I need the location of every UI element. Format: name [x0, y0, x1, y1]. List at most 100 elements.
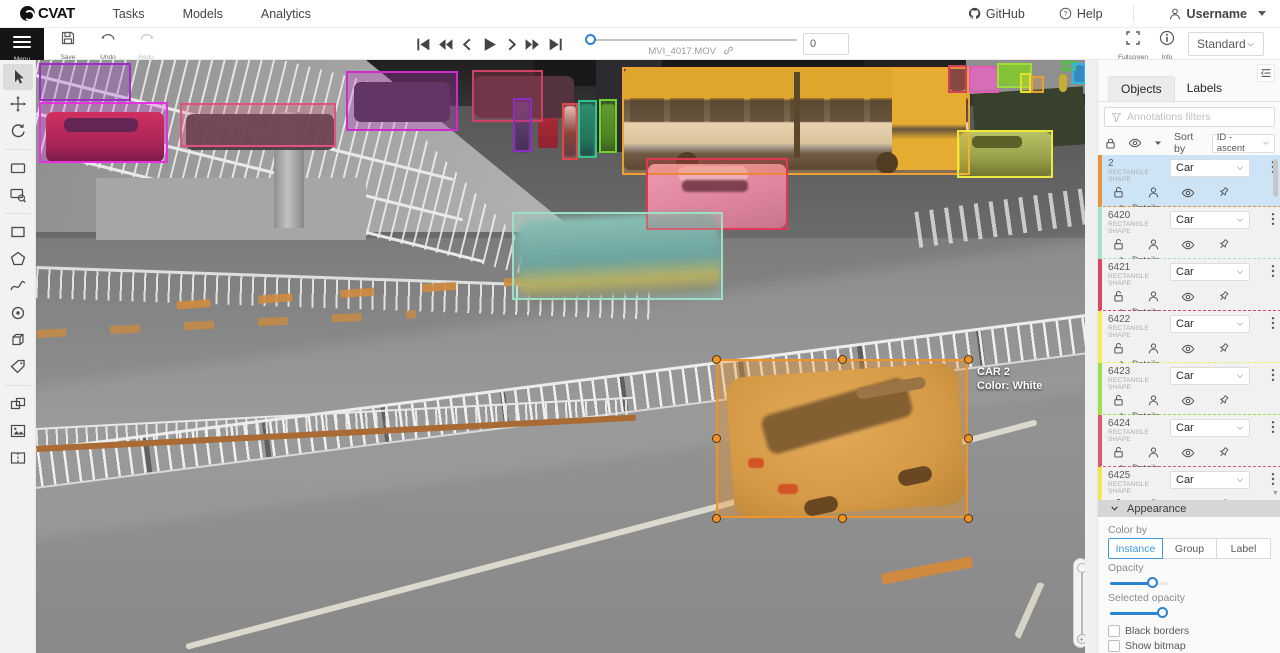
frame-slider-handle[interactable] — [585, 34, 596, 45]
hide-all-button[interactable] — [1128, 136, 1142, 150]
annotations-filter[interactable] — [1104, 107, 1275, 127]
object-occluded-toggle[interactable] — [1147, 290, 1160, 304]
object-hidden-toggle[interactable] — [1181, 290, 1195, 304]
object-lock-toggle[interactable] — [1112, 342, 1125, 356]
info-button[interactable]: Info — [1152, 30, 1182, 64]
color-by-group[interactable]: Group — [1163, 538, 1217, 559]
box-yellow-scooter-a[interactable] — [1020, 73, 1031, 93]
show-bitmap-checkbox[interactable]: Show bitmap — [1108, 640, 1186, 652]
merge-tool[interactable] — [3, 391, 33, 417]
object-hidden-toggle[interactable] — [1181, 446, 1195, 460]
object-pin-toggle[interactable] — [1217, 446, 1230, 460]
selected-opacity-slider-handle[interactable] — [1157, 607, 1168, 618]
previous-frame-button[interactable] — [456, 32, 478, 56]
setup-tag-tool[interactable] — [3, 354, 33, 380]
annotation-canvas[interactable]: CAR 2 Color: White + — [36, 60, 1085, 653]
object-occluded-toggle[interactable] — [1147, 446, 1160, 460]
object-label-select[interactable]: Car — [1170, 367, 1250, 385]
lock-all-button[interactable] — [1104, 137, 1117, 150]
object-pin-toggle[interactable] — [1217, 290, 1230, 304]
undo-button[interactable]: Undo — [90, 30, 126, 64]
object-label-select[interactable]: Car — [1170, 263, 1250, 281]
black-borders-checkbox[interactable]: Black borders — [1108, 625, 1189, 637]
save-button[interactable]: Save — [50, 30, 86, 64]
tab-labels[interactable]: Labels — [1175, 76, 1234, 101]
object-lock-toggle[interactable] — [1112, 238, 1125, 252]
sort-select[interactable]: ID - ascent — [1212, 134, 1275, 153]
first-frame-button[interactable] — [412, 32, 434, 56]
object-list-item[interactable]: 6422 RECTANGLE SHAPE Car Details — [1098, 311, 1280, 363]
object-list-item[interactable]: 6420 RECTANGLE SHAPE Car Details — [1098, 207, 1280, 259]
fit-image-tool[interactable] — [3, 155, 33, 181]
object-list-item[interactable]: 6423 RECTANGLE SHAPE Car Details — [1098, 363, 1280, 415]
object-lock-toggle[interactable] — [1112, 186, 1125, 200]
box-orange-scooter-b[interactable] — [1031, 76, 1044, 93]
opacity-slider[interactable] — [1110, 577, 1168, 589]
object-list-item[interactable]: 2 RECTANGLE SHAPE Car Details — [1098, 155, 1280, 207]
box-crimson-dark-car[interactable] — [472, 70, 543, 122]
draw-polyline-tool[interactable] — [3, 273, 33, 299]
box-purple-top-left[interactable] — [39, 63, 131, 101]
resize-handle[interactable] — [964, 355, 973, 364]
draw-cuboid-tool[interactable] — [3, 327, 33, 353]
fullscreen-button[interactable]: Fullscreen — [1113, 30, 1153, 64]
split-tool[interactable] — [3, 445, 33, 471]
object-hidden-toggle[interactable] — [1181, 186, 1195, 200]
box-yellow-sedan[interactable] — [957, 130, 1053, 178]
expand-all-button[interactable] — [1153, 138, 1163, 148]
last-frame-button[interactable] — [544, 32, 566, 56]
object-occluded-toggle[interactable] — [1147, 186, 1160, 200]
resize-handle[interactable] — [838, 514, 847, 523]
checkbox-box[interactable] — [1108, 640, 1120, 652]
box-teal-taxi[interactable] — [512, 212, 723, 300]
help-link[interactable]: ? Help — [1059, 7, 1103, 21]
appearance-header[interactable]: Appearance — [1098, 500, 1280, 517]
object-list-item[interactable]: 6425 RECTANGLE SHAPE Car Details — [1098, 467, 1280, 500]
annotations-filter-input[interactable] — [1127, 111, 1268, 123]
draw-polygon-tool[interactable] — [3, 246, 33, 272]
menu-button[interactable]: Menu — [0, 28, 44, 60]
object-hidden-toggle[interactable] — [1181, 238, 1195, 252]
color-by-label[interactable]: Label — [1217, 538, 1271, 559]
resize-handle[interactable] — [712, 355, 721, 364]
frame-slider[interactable]: MVI_4017.MOV — [585, 28, 797, 60]
scrollbar-thumb[interactable] — [1273, 159, 1278, 197]
object-label-select[interactable]: Car — [1170, 211, 1250, 229]
color-by-instance[interactable]: Instance — [1108, 538, 1163, 559]
object-pin-toggle[interactable] — [1217, 342, 1230, 356]
nav-analytics[interactable]: Analytics — [261, 7, 311, 21]
object-hidden-toggle[interactable] — [1181, 394, 1195, 408]
group-tool[interactable] — [3, 418, 33, 444]
frame-number-input[interactable] — [803, 33, 849, 55]
resize-handle[interactable] — [964, 514, 973, 523]
box-red-person[interactable] — [562, 103, 578, 160]
object-lock-toggle[interactable] — [1112, 290, 1125, 304]
nav-models[interactable]: Models — [183, 7, 223, 21]
object-list-item[interactable]: 6421 RECTANGLE SHAPE Car Details — [1098, 259, 1280, 311]
box-cyan-small[interactable] — [1072, 63, 1085, 84]
object-lock-toggle[interactable] — [1112, 446, 1125, 460]
move-tool[interactable] — [3, 91, 33, 117]
resize-handle[interactable] — [712, 434, 721, 443]
object-label-select[interactable]: Car — [1170, 419, 1250, 437]
list-scrollbar[interactable]: ▼ — [1273, 157, 1279, 497]
box-rose-dark-car[interactable] — [180, 103, 336, 147]
cursor-tool[interactable] — [3, 64, 33, 90]
box-selected-gold-car[interactable] — [716, 359, 968, 518]
resize-handle[interactable] — [838, 355, 847, 364]
object-occluded-toggle[interactable] — [1147, 342, 1160, 356]
workspace-select[interactable]: Standard — [1188, 32, 1264, 56]
nav-tasks[interactable]: Tasks — [113, 7, 145, 21]
object-pin-toggle[interactable] — [1217, 186, 1230, 200]
box-green-person[interactable] — [599, 99, 617, 153]
canvas-zoom-slider[interactable]: + — [1073, 558, 1085, 648]
next-frame-button[interactable] — [500, 32, 522, 56]
object-label-select[interactable]: Car — [1170, 471, 1250, 489]
resize-handle[interactable] — [712, 514, 721, 523]
object-occluded-toggle[interactable] — [1147, 394, 1160, 408]
tab-objects[interactable]: Objects — [1108, 76, 1175, 101]
box-crimson-small[interactable] — [948, 65, 967, 93]
slider-handle[interactable] — [1077, 563, 1086, 573]
object-label-select[interactable]: Car — [1170, 315, 1250, 333]
draw-points-tool[interactable] — [3, 300, 33, 326]
